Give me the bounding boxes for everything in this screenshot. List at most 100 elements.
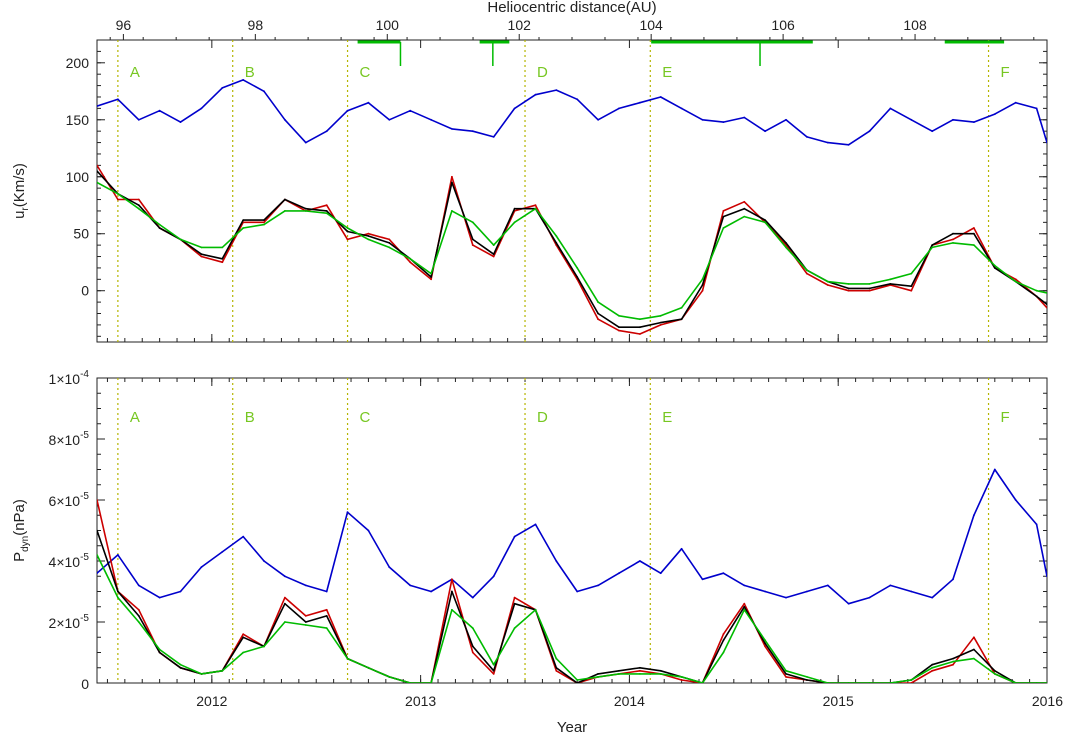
velocity-point-3 bbox=[367, 238, 370, 241]
y-tick-mantissa: 2×10 bbox=[49, 615, 81, 631]
pressure-point-2 bbox=[597, 673, 599, 675]
pressure-point-3 bbox=[764, 639, 766, 642]
velocity-point-0 bbox=[889, 107, 892, 110]
pressure-point-1 bbox=[284, 596, 286, 599]
pressure-point-0 bbox=[304, 584, 307, 587]
velocity-point-2 bbox=[597, 312, 599, 315]
pressure-point-3 bbox=[325, 627, 328, 629]
velocity-point-3 bbox=[346, 227, 349, 229]
velocity-point-1 bbox=[659, 324, 662, 326]
x-tick-label: 2015 bbox=[823, 693, 854, 709]
y-tick-mantissa: 0 bbox=[81, 676, 89, 692]
pressure-point-0 bbox=[680, 547, 683, 550]
velocity-point-2 bbox=[868, 287, 871, 290]
pressure-point-3 bbox=[1046, 682, 1047, 683]
velocity-point-1 bbox=[826, 284, 829, 286]
y-axis-title-pressure: Pdyn(nPa) bbox=[11, 499, 31, 562]
pressure-point-3 bbox=[388, 676, 391, 678]
event-marker-label-a: A bbox=[130, 64, 140, 81]
pressure-point-3 bbox=[221, 669, 224, 672]
velocity-point-1 bbox=[200, 255, 203, 258]
velocity-point-1 bbox=[325, 204, 328, 207]
event-marker-label-e: E bbox=[662, 409, 672, 426]
event-marker-label-b: B bbox=[245, 64, 255, 81]
velocity-point-0 bbox=[910, 118, 913, 121]
event-marker-label-f: F bbox=[1001, 64, 1010, 81]
pressure-point-0 bbox=[701, 578, 704, 581]
velocity-point-2 bbox=[97, 170, 98, 172]
velocity-point-0 bbox=[367, 101, 370, 104]
pressure-point-0 bbox=[388, 566, 391, 568]
velocity-series-0 bbox=[97, 79, 1047, 146]
velocity-point-0 bbox=[639, 101, 641, 104]
pressure-point-1 bbox=[680, 679, 683, 681]
velocity-point-1 bbox=[743, 200, 746, 203]
pressure-point-0 bbox=[430, 590, 432, 593]
velocity-point-0 bbox=[806, 136, 808, 138]
pressure-point-0 bbox=[158, 596, 161, 599]
velocity-point-0 bbox=[263, 90, 265, 93]
pressure-point-1 bbox=[97, 499, 98, 501]
velocity-point-1 bbox=[117, 198, 119, 201]
velocity-point-2 bbox=[764, 219, 766, 222]
pressure-point-2 bbox=[304, 621, 307, 623]
velocity-point-2 bbox=[993, 267, 996, 269]
pressure-point-1 bbox=[952, 663, 954, 666]
pressure-point-3 bbox=[785, 669, 787, 672]
velocity-point-3 bbox=[513, 221, 516, 224]
velocity-point-0 bbox=[868, 130, 871, 133]
velocity-point-1 bbox=[97, 164, 98, 167]
pressure-point-0 bbox=[200, 566, 203, 568]
velocity-point-3 bbox=[639, 318, 641, 321]
pressure-point-1 bbox=[931, 669, 934, 672]
velocity-point-2 bbox=[1046, 303, 1047, 306]
y-axis-title-main: u bbox=[11, 211, 28, 219]
pressure-point-0 bbox=[618, 572, 620, 575]
y-tick-label: 4×10-5 bbox=[49, 552, 90, 570]
velocity-point-2 bbox=[346, 230, 349, 233]
velocity-point-3 bbox=[388, 246, 391, 249]
velocity-point-0 bbox=[1014, 101, 1017, 104]
velocity-point-0 bbox=[785, 118, 787, 121]
velocity-point-0 bbox=[534, 93, 537, 96]
pressure-point-0 bbox=[137, 584, 140, 587]
pressure-point-1 bbox=[722, 633, 725, 636]
velocity-point-0 bbox=[97, 105, 98, 107]
velocity-point-0 bbox=[743, 116, 746, 119]
pressure-point-0 bbox=[242, 535, 245, 538]
pressure-point-3 bbox=[200, 673, 203, 675]
velocity-point-3 bbox=[158, 223, 161, 226]
top-plot-frame bbox=[96, 39, 1048, 343]
pressure-point-3 bbox=[889, 682, 892, 683]
velocity-point-2 bbox=[952, 232, 954, 235]
velocity-point-2 bbox=[576, 276, 579, 278]
y-tick-label: 2×10-5 bbox=[49, 613, 90, 631]
velocity-point-1 bbox=[618, 329, 620, 332]
pressure-point-1 bbox=[137, 608, 140, 611]
pressure-point-2 bbox=[325, 615, 328, 617]
pressure-point-3 bbox=[931, 666, 934, 669]
pressure-point-3 bbox=[117, 596, 119, 599]
velocity-point-0 bbox=[200, 107, 203, 110]
velocity-point-0 bbox=[993, 113, 996, 115]
velocity-point-3 bbox=[889, 278, 892, 281]
velocity-point-2 bbox=[221, 257, 224, 260]
pressure-point-1 bbox=[910, 682, 913, 683]
y-tick-exponent: -5 bbox=[80, 430, 89, 441]
pressure-point-1 bbox=[325, 608, 328, 611]
velocity-point-3 bbox=[1014, 280, 1017, 283]
top-axis-tick-label: 102 bbox=[508, 17, 532, 33]
pressure-point-0 bbox=[471, 596, 474, 599]
velocity-point-1 bbox=[722, 210, 725, 212]
event-marker-label-e: E bbox=[662, 64, 672, 81]
velocity-point-0 bbox=[931, 130, 934, 133]
velocity-point-2 bbox=[847, 287, 850, 290]
velocity-point-3 bbox=[868, 283, 871, 285]
pressure-point-2 bbox=[242, 636, 245, 639]
velocity-point-0 bbox=[158, 109, 161, 112]
pressure-point-0 bbox=[555, 560, 558, 562]
velocity-point-3 bbox=[743, 215, 746, 218]
y-tick-label: 6×10-5 bbox=[49, 491, 90, 509]
event-marker-label-b: B bbox=[245, 409, 255, 426]
pressure-point-2 bbox=[471, 645, 474, 648]
